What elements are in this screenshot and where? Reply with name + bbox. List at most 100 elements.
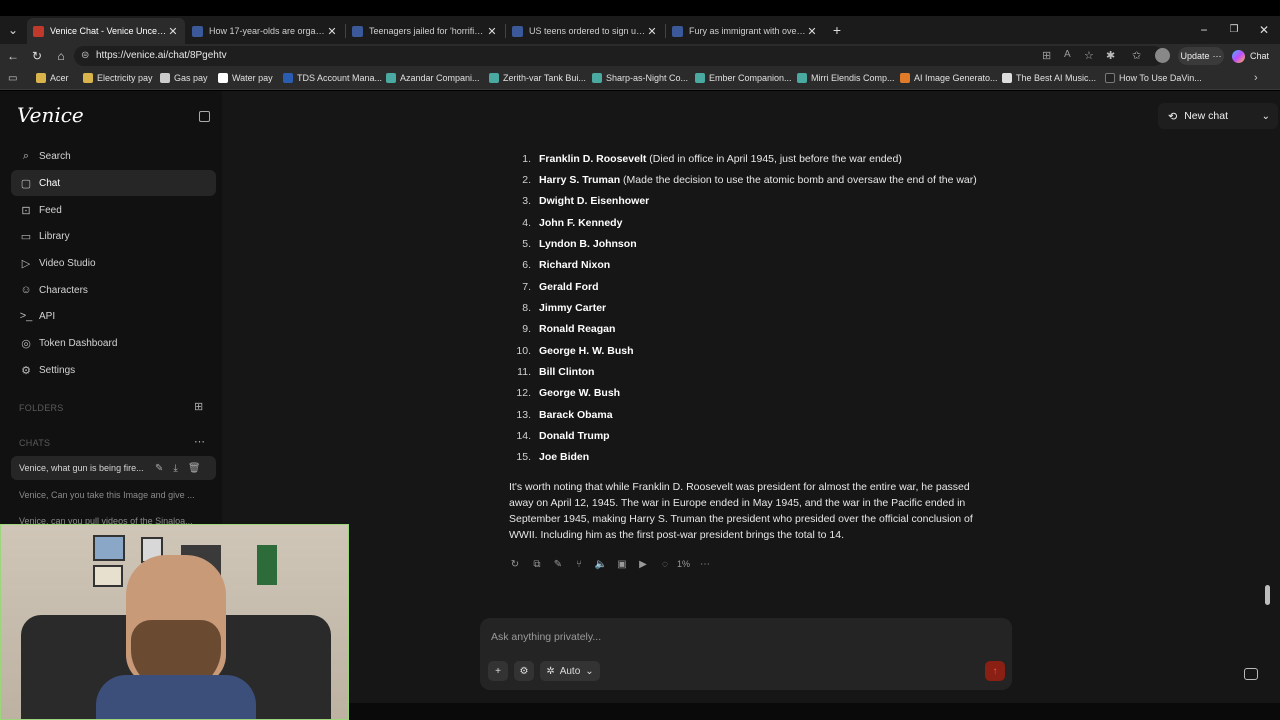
characters-icon: ☺	[20, 284, 32, 296]
bookmark-item[interactable]: Mirri Elendis Comp...	[797, 73, 895, 83]
bookmark-item[interactable]: Water pay	[218, 73, 273, 83]
close-tab-icon[interactable]: ✕	[326, 25, 338, 38]
sidebar-item-token-dashboard[interactable]: ◎ Token Dashboard	[11, 330, 216, 356]
settings-sliders-button[interactable]: ⚙	[514, 661, 534, 681]
sidebar-item-chat[interactable]: ▢ Chat	[11, 170, 216, 196]
sidebar-item-video-studio[interactable]: ▷ Video Studio	[11, 250, 216, 276]
chat-input-box[interactable]: Ask anything privately... + ⚙ ✲ Auto ⌄ ↑	[480, 618, 1012, 690]
page-icon	[218, 73, 228, 83]
close-tab-icon[interactable]: ✕	[167, 25, 179, 38]
scrollbar-thumb[interactable]	[1265, 585, 1270, 605]
new-folder-icon[interactable]: ⊞	[194, 400, 203, 413]
bookmark-item[interactable]: TDS Account Mana...	[283, 73, 382, 83]
image-icon[interactable]: ▣	[615, 558, 629, 572]
new-chat-button[interactable]: ⟲ New chat ⌄	[1158, 103, 1278, 129]
site-info-icon[interactable]: ⊜	[81, 50, 89, 61]
chevron-down-icon[interactable]: ⌄	[1262, 111, 1270, 122]
add-attachment-button[interactable]: +	[488, 661, 508, 681]
tab-news-3[interactable]: US teens ordered to sign up to mil ✕	[506, 18, 664, 44]
new-tab-icon[interactable]: +	[829, 22, 845, 38]
favorite-star-icon[interactable]: ☆	[1084, 49, 1094, 62]
read-aloud-icon[interactable]: A	[1064, 49, 1071, 60]
sidebar-item-settings[interactable]: ⚙ Settings	[11, 357, 216, 383]
bookmark-item[interactable]: Azandar Compani...	[386, 73, 480, 83]
shirt	[96, 675, 256, 719]
minimize-icon[interactable]: −	[1196, 22, 1212, 38]
update-button[interactable]: Update ⋯	[1178, 47, 1224, 65]
bookmark-item[interactable]: Gas pay	[160, 73, 208, 83]
list-item: 1. Franklin D. Roosevelt (Died in office …	[522, 153, 902, 165]
back-icon[interactable]: ←	[5, 48, 21, 64]
tab-title: Fury as immigrant with over 30 arr	[689, 26, 806, 36]
feedback-icon[interactable]	[1244, 668, 1258, 680]
venice-logo[interactable]: Venice	[17, 103, 84, 127]
close-tab-icon[interactable]: ✕	[806, 25, 818, 38]
maximize-icon[interactable]: ❐	[1226, 22, 1242, 38]
bookmark-item[interactable]: Sharp-as-Night Co...	[592, 73, 688, 83]
tab-news-1[interactable]: How 17-year-olds are organizing a ✕	[186, 18, 344, 44]
list-item: 7. Gerald Ford	[522, 281, 599, 293]
close-tab-icon[interactable]: ✕	[486, 25, 498, 38]
list-item: 10. George H. W. Bush	[516, 345, 634, 357]
address-bar[interactable]: ⊜ https://venice.ai/chat/8Pgehtv ⊞ A ☆ ✱…	[74, 46, 1164, 66]
bookmark-item[interactable]: Ember Companion...	[695, 73, 792, 83]
list-item: 5. Lyndon B. Johnson	[522, 238, 637, 250]
sidebar-item-feed[interactable]: ⊡ Feed	[11, 197, 216, 223]
tab-news-2[interactable]: Teenagers jailed for 'horrific' mach ✕	[346, 18, 504, 44]
sidebar-item-library[interactable]: ▭ Library	[11, 223, 216, 249]
chat-label: Chat	[1250, 51, 1270, 61]
regenerate-icon[interactable]: ↻	[508, 558, 522, 572]
tab-list-icon[interactable]: ⌄	[5, 22, 21, 38]
copilot-chat-button[interactable]: Chat	[1232, 47, 1276, 65]
bookmark-item[interactable]: How To Use DaVin...	[1105, 73, 1202, 83]
bookmark-item[interactable]: The Best AI Music...	[1002, 73, 1096, 83]
profile-avatar[interactable]	[1155, 48, 1170, 63]
close-window-icon[interactable]: ✕	[1256, 22, 1272, 38]
mode-select[interactable]: ✲ Auto ⌄	[540, 661, 600, 681]
video-icon[interactable]: ▶	[636, 558, 650, 572]
chevron-right-icon[interactable]: ›	[1254, 72, 1258, 84]
progress-label: 1%	[677, 559, 691, 569]
download-icon[interactable]: ⤓	[173, 463, 177, 474]
extensions-icon[interactable]: ✱	[1106, 49, 1115, 62]
more-icon[interactable]: ⋯	[194, 435, 205, 448]
token-icon: ◎	[21, 337, 31, 350]
apps-icon[interactable]: ⊞	[1042, 49, 1051, 62]
webcam-overlay	[0, 524, 349, 720]
refresh-icon[interactable]: ↻	[29, 48, 45, 64]
navigation-bar: ← ↻ ⌂ ⊜ https://venice.ai/chat/8Pgehtv ⊞…	[0, 44, 1280, 68]
collections-icon[interactable]: ▭	[8, 73, 17, 84]
copilot-icon	[1232, 49, 1245, 63]
send-button[interactable]: ↑	[985, 661, 1005, 681]
bookmark-item[interactable]: Electricity pay	[83, 73, 153, 83]
bookmark-item[interactable]: AI Image Generato...	[900, 73, 998, 83]
news-favicon-icon	[672, 25, 683, 37]
home-icon[interactable]: ⌂	[53, 48, 69, 64]
page-icon	[900, 73, 910, 83]
more-icon[interactable]: ⋯	[698, 558, 712, 572]
list-item: 9. Ronald Reagan	[522, 323, 616, 335]
speaker-icon[interactable]: 🔈	[594, 558, 608, 572]
tab-news-4[interactable]: Fury as immigrant with over 30 arr ✕	[666, 18, 824, 44]
chat-history-item[interactable]: Venice, Can you take this Image and give…	[11, 483, 216, 507]
favorites-icon[interactable]: ✩	[1132, 49, 1141, 62]
sidebar-item-api[interactable]: >_ API	[11, 303, 216, 329]
bookmark-item[interactable]: Acer	[36, 73, 69, 83]
sidebar-item-search[interactable]: ⌕ Search	[11, 143, 216, 169]
close-tab-icon[interactable]: ✕	[646, 25, 658, 38]
tab-venice-chat[interactable]: Venice Chat - Venice Uncensored ✕	[27, 18, 185, 44]
chat-history-item[interactable]: Venice, what gun is being fire... ✎ ⤓ 🗑	[11, 456, 216, 480]
page-icon	[489, 73, 499, 83]
chat-title: Venice, what gun is being fire...	[19, 463, 144, 473]
page-icon	[797, 73, 807, 83]
tab-title: US teens ordered to sign up to mil	[529, 26, 646, 36]
sidebar-toggle-icon[interactable]	[199, 111, 210, 122]
branch-icon[interactable]: ⑂	[572, 558, 586, 572]
copy-icon[interactable]: ⧉	[530, 558, 544, 572]
delete-icon[interactable]: 🗑	[188, 463, 201, 474]
sidebar-item-characters[interactable]: ☺ Characters	[11, 277, 216, 303]
bookmark-item[interactable]: Zerith-var Tank Bui...	[489, 73, 586, 83]
edit-icon[interactable]: ✎	[551, 558, 565, 572]
edit-icon[interactable]: ✎	[155, 463, 163, 474]
settings-icon: ⚙	[21, 364, 31, 377]
